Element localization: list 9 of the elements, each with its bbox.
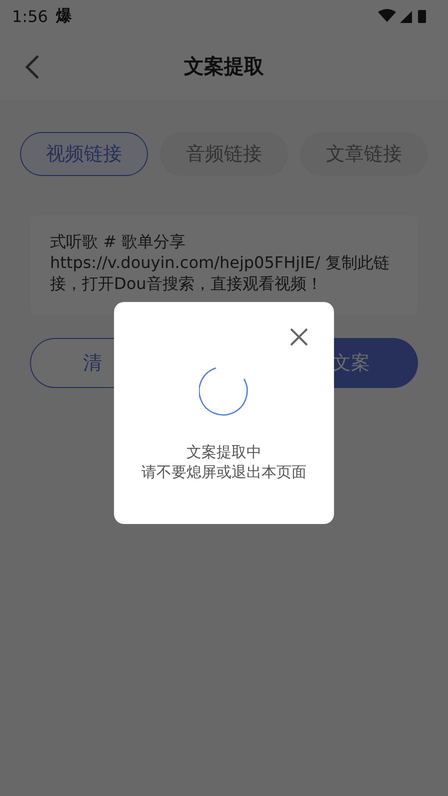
back-icon[interactable] (24, 54, 40, 80)
dialog-title: 文案提取中 (186, 442, 262, 462)
dialog-message: 请不要熄屏或退出本页面 (142, 462, 306, 482)
status-app-glyph: 爆 (56, 6, 72, 26)
loading-spinner-icon (199, 366, 249, 416)
tab[interactable]: 视频链接 (20, 132, 148, 176)
status-time: 1:56 (12, 6, 48, 26)
page-title: 文案提取 (184, 52, 264, 80)
close-icon[interactable] (290, 328, 308, 346)
